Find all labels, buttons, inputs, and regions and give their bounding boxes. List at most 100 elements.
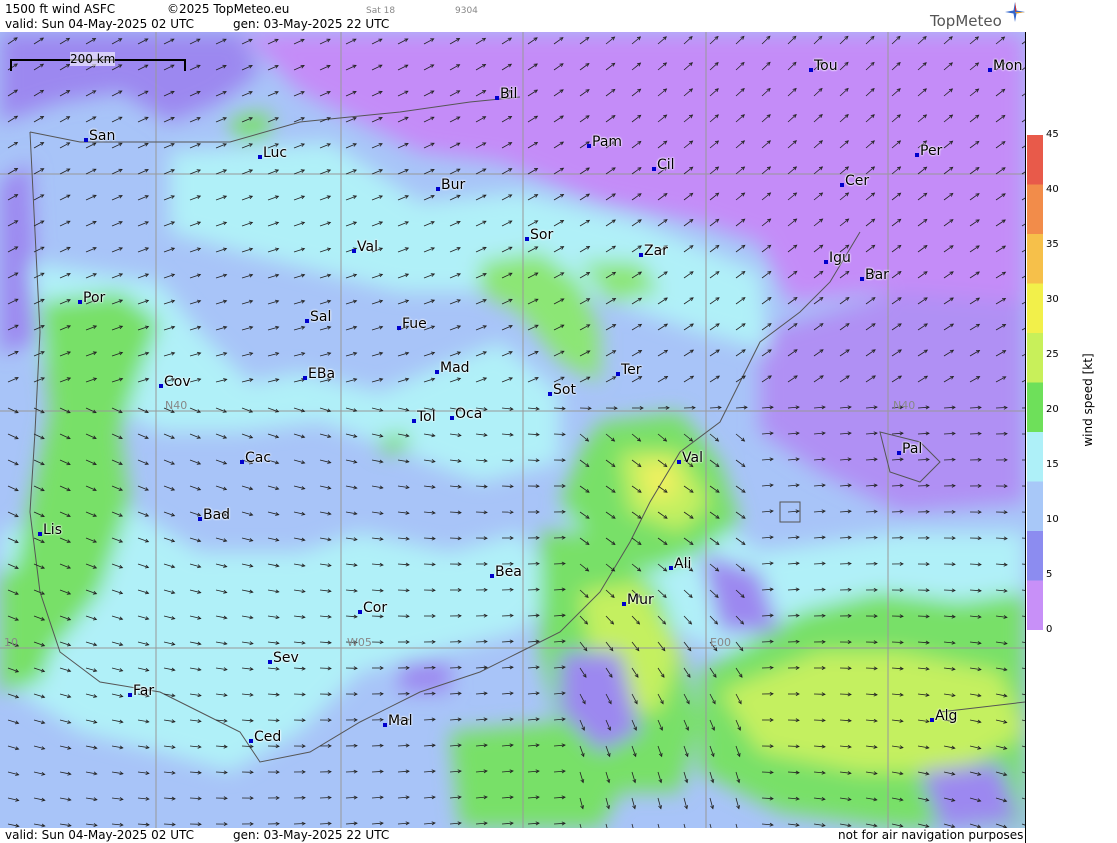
city-marker	[652, 167, 656, 171]
legend-tick-label: 15	[1046, 459, 1059, 470]
city-marker	[525, 237, 529, 241]
city-label: Oca	[455, 406, 483, 422]
legend-swatch	[1027, 135, 1043, 185]
city-marker	[412, 419, 416, 423]
city-label: Val	[357, 239, 378, 255]
city-label: Cil	[657, 157, 675, 173]
city-label: Lis	[43, 522, 62, 538]
legend-tick-label: 20	[1046, 404, 1059, 415]
legend-title: wind speed [kt]	[1081, 353, 1095, 447]
city-marker	[198, 517, 202, 521]
wind-field	[0, 32, 1025, 828]
city-marker	[639, 253, 643, 257]
city-label: Val	[682, 450, 703, 466]
city-marker	[38, 532, 42, 536]
city-label: Bur	[441, 177, 466, 193]
city-marker	[897, 451, 901, 455]
city-marker	[587, 144, 591, 148]
city-marker	[436, 187, 440, 191]
generated-time: gen: 03-May-2025 22 UTC	[233, 17, 390, 31]
city-label: Bil	[500, 86, 518, 102]
city-marker	[84, 138, 88, 142]
city-label: Tol	[417, 409, 436, 425]
scale-bar-label: 200 km	[70, 52, 116, 66]
city-label: Cac	[245, 450, 272, 466]
legend-tick-label: 5	[1046, 569, 1053, 580]
city-marker	[78, 300, 82, 304]
city-label: Mon	[993, 58, 1023, 74]
legend-swatch	[1027, 382, 1043, 433]
city-label: Igu	[829, 250, 851, 266]
city-marker	[616, 372, 620, 376]
grid-label-n40-west: N40	[165, 399, 188, 412]
city-label: Cor	[363, 600, 388, 616]
run-code: 9304	[455, 6, 478, 16]
city-label: Bea	[495, 564, 522, 580]
city-marker	[128, 693, 132, 697]
product-title: 1500 ft wind ASFC	[5, 2, 116, 16]
city-marker	[669, 566, 673, 570]
legend-swatch	[1027, 481, 1043, 532]
wind-map[interactable]: 200 km N40 N40 W05 E00 10 Bil Tou Mon San Lu…	[0, 32, 1025, 828]
city-label: Fue	[402, 316, 427, 332]
city-marker	[240, 460, 244, 464]
valid-time: valid: Sun 04-May-2025 02 UTC	[5, 17, 194, 31]
city-label: Sal	[310, 309, 332, 325]
legend-swatch	[1027, 234, 1043, 284]
city-marker	[840, 183, 844, 187]
city-label: Sev	[273, 650, 299, 666]
grid-label-n40-east: N40	[893, 399, 916, 412]
topmeteo-logo[interactable]: TopMeteo	[930, 14, 1002, 29]
city-label: Bar	[865, 267, 889, 283]
city-label: EBa	[308, 366, 336, 382]
city-marker	[383, 723, 387, 727]
compass-star-icon	[1005, 2, 1025, 22]
city-label: Mur	[627, 592, 654, 608]
legend-tick-label: 10	[1046, 514, 1059, 525]
city-marker	[305, 319, 309, 323]
city-label: Ter	[621, 362, 642, 378]
grid-label-w10: 10	[4, 636, 18, 649]
wind-speed-legend	[1027, 135, 1043, 630]
city-marker	[358, 610, 362, 614]
map-border	[1025, 32, 1026, 843]
city-marker	[915, 153, 919, 157]
city-label: Zar	[644, 243, 668, 259]
city-label: Por	[83, 290, 106, 306]
city-label: Bad	[203, 507, 231, 523]
city-label: Cov	[164, 374, 191, 390]
city-label: Luc	[263, 145, 288, 161]
legend-tick-label: 25	[1046, 349, 1059, 360]
legend-tick-label: 0	[1046, 624, 1053, 635]
legend-tick-label: 40	[1046, 184, 1059, 195]
city-label: Sor	[530, 227, 554, 243]
city-label: Sot	[553, 382, 576, 398]
legend-swatch	[1027, 184, 1043, 235]
legend-tick-label: 35	[1046, 239, 1059, 250]
grid-label-w05: W05	[347, 636, 372, 649]
legend-swatch	[1027, 283, 1043, 334]
city-marker	[490, 574, 494, 578]
city-label: Alg	[935, 708, 958, 724]
city-marker	[824, 260, 828, 264]
city-label: Far	[133, 683, 155, 699]
legend-swatch	[1027, 432, 1043, 482]
city-marker	[677, 460, 681, 464]
city-label: Per	[920, 143, 943, 159]
disclaimer: not for air navigation purposes	[838, 828, 1024, 842]
city-label: Pal	[902, 441, 923, 457]
city-marker	[495, 96, 499, 100]
city-label: Mad	[440, 360, 470, 376]
city-marker	[930, 718, 934, 722]
city-label: Cer	[845, 173, 870, 189]
footer-generated-time: gen: 03-May-2025 22 UTC	[233, 828, 390, 842]
legend-tick-label: 30	[1046, 294, 1059, 305]
city-marker	[303, 376, 307, 380]
copyright: ©2025 TopMeteo.eu	[167, 2, 290, 16]
city-marker	[352, 249, 356, 253]
city-label: Ali	[674, 556, 692, 572]
city-marker	[435, 370, 439, 374]
city-marker	[450, 416, 454, 420]
city-marker	[809, 68, 813, 72]
grid-label-e00: E00	[710, 636, 731, 649]
